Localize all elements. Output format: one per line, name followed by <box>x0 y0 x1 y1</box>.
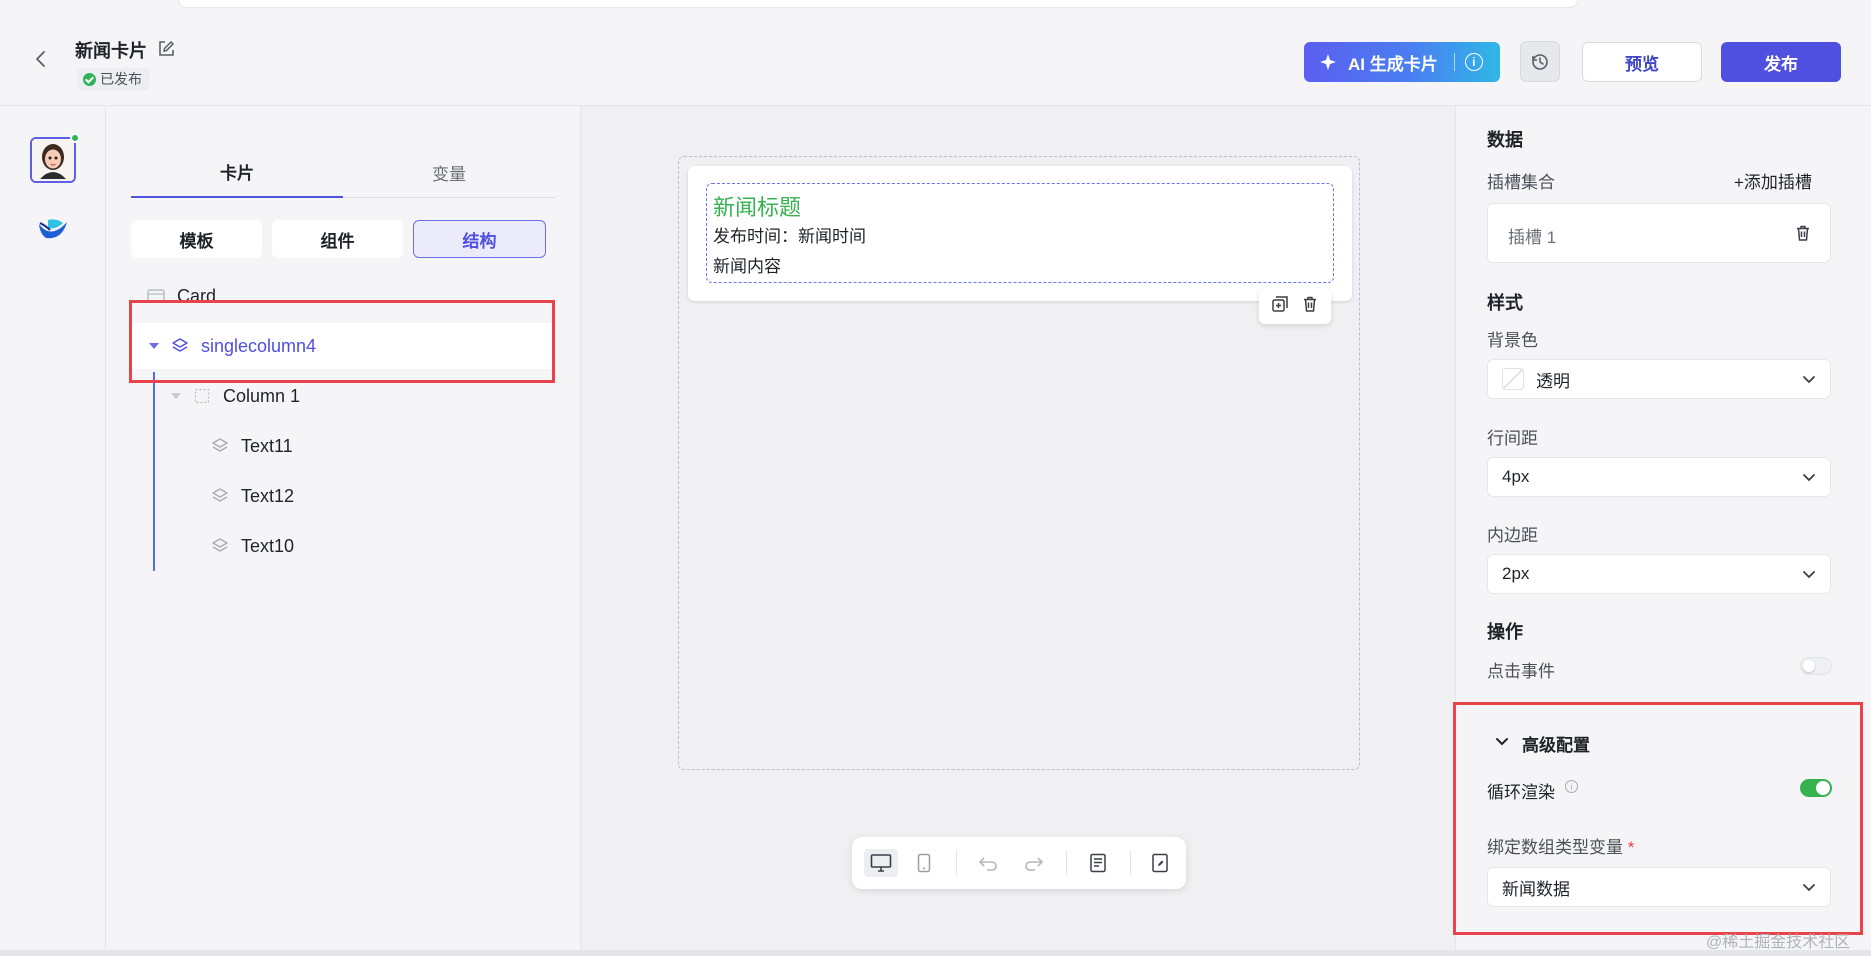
component-button[interactable]: 组件 <box>272 220 403 258</box>
ai-button-label: AI 生成卡片 <box>1348 54 1438 74</box>
tree-node-text10[interactable]: Text10 <box>131 523 555 569</box>
card-title: 新闻卡片 <box>75 41 147 61</box>
tree-label: Text11 <box>241 435 293 456</box>
duplicate-icon[interactable] <box>1271 295 1289 318</box>
add-slot-button[interactable]: +添加插槽 <box>1734 168 1812 193</box>
slot-name: 插槽 1 <box>1508 228 1557 247</box>
publish-button[interactable]: 发布 <box>1721 42 1841 82</box>
panel-tabs: 卡片 变量 <box>131 146 555 198</box>
separator <box>956 851 957 875</box>
news-title[interactable]: 新闻标题 <box>713 190 801 222</box>
tree-guide-line <box>153 372 155 571</box>
status-badge: 已发布 <box>77 68 150 90</box>
tree-node-text12[interactable]: Text12 <box>131 473 555 519</box>
layers-icon <box>211 487 229 505</box>
back-icon[interactable] <box>30 48 52 70</box>
history-icon <box>1532 53 1548 70</box>
bottom-strip <box>0 950 1871 956</box>
status-text: 已发布 <box>100 71 142 87</box>
document-icon[interactable] <box>1084 849 1112 877</box>
layers-icon <box>211 437 229 455</box>
desktop-view-icon[interactable] <box>864 849 898 877</box>
info-icon[interactable]: i <box>1464 53 1483 71</box>
trash-icon[interactable] <box>1301 295 1319 318</box>
bg-color-value: 透明 <box>1536 371 1570 391</box>
history-button[interactable] <box>1520 41 1560 82</box>
avatar[interactable] <box>30 137 76 183</box>
style-section-title: 样式 <box>1487 293 1523 313</box>
column-icon <box>193 387 211 405</box>
padding-value: 2px <box>1502 564 1530 583</box>
layers-icon <box>211 537 229 555</box>
ai-generate-button[interactable]: AI 生成卡片 i <box>1304 42 1500 82</box>
line-gap-select[interactable]: 4px <box>1487 457 1831 497</box>
separator <box>1130 851 1131 875</box>
annotation-box <box>1453 702 1863 935</box>
news-time[interactable]: 发布时间：新闻时间 <box>713 222 866 247</box>
magic-icon <box>1320 54 1336 70</box>
canvas-toolbar <box>852 837 1186 889</box>
bg-color-select[interactable]: 透明 <box>1487 359 1831 399</box>
mobile-view-icon[interactable] <box>910 849 938 877</box>
annotation-box <box>129 300 555 383</box>
undo-icon[interactable] <box>974 849 1002 877</box>
check-circle-icon <box>83 72 96 86</box>
chevron-down-icon <box>1803 474 1815 482</box>
structure-button[interactable]: 结构 <box>413 220 546 258</box>
tab-card[interactable]: 卡片 <box>131 146 343 198</box>
edit-doc-icon[interactable] <box>1146 849 1174 877</box>
action-section-title: 操作 <box>1487 622 1523 642</box>
tree-node-text11[interactable]: Text11 <box>131 423 555 469</box>
tree-label: Text12 <box>241 485 295 506</box>
preview-button[interactable]: 预览 <box>1582 42 1702 82</box>
click-event-label: 点击事件 <box>1487 662 1555 681</box>
separator <box>1453 53 1455 71</box>
news-content[interactable]: 新闻内容 <box>713 252 781 277</box>
chevron-down-icon <box>1803 376 1815 384</box>
watermark: @稀土掘金技术社区 <box>1706 934 1851 951</box>
online-indicator <box>70 133 80 143</box>
tab-variables[interactable]: 变量 <box>343 146 555 198</box>
trash-icon[interactable] <box>1794 224 1812 247</box>
slot-collection-label: 插槽集合 <box>1487 173 1555 192</box>
template-button[interactable]: 模板 <box>131 220 262 258</box>
line-gap-label: 行间距 <box>1487 429 1538 448</box>
padding-select[interactable]: 2px <box>1487 554 1831 594</box>
padding-label: 内边距 <box>1487 526 1538 545</box>
tree-label: Column 1 <box>223 385 301 406</box>
edit-icon[interactable] <box>156 39 176 59</box>
browser-strip <box>178 0 1578 8</box>
click-event-toggle[interactable] <box>1800 657 1832 675</box>
transparent-swatch <box>1502 368 1524 390</box>
separator <box>1066 851 1067 875</box>
line-gap-value: 4px <box>1502 467 1530 486</box>
caret-down-icon[interactable] <box>167 387 185 405</box>
app-logo-icon[interactable] <box>36 210 70 244</box>
data-section-title: 数据 <box>1487 130 1523 150</box>
tree-label: Text10 <box>241 535 295 556</box>
element-actions <box>1259 288 1331 324</box>
bg-color-label: 背景色 <box>1487 331 1538 350</box>
redo-icon[interactable] <box>1020 849 1048 877</box>
chevron-down-icon <box>1803 571 1815 579</box>
